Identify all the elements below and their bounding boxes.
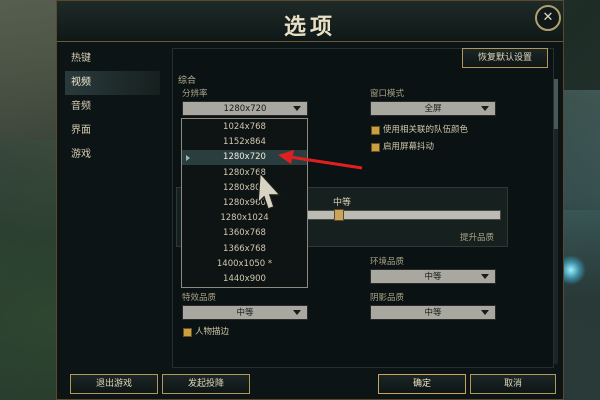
surrender-button[interactable]: 发起投降	[162, 374, 250, 394]
resolution-option[interactable]: 1280x800	[182, 181, 307, 196]
chevron-down-icon	[481, 274, 489, 279]
restore-defaults-button[interactable]: 恢复默认设置	[462, 48, 548, 68]
resolution-option[interactable]: 1280x960	[182, 196, 307, 211]
sidebar-item-video[interactable]: 视频	[65, 71, 160, 95]
resolution-option[interactable]: 1280x1024	[182, 211, 307, 226]
chevron-down-icon	[481, 310, 489, 315]
resolution-select[interactable]: 1280x720	[182, 101, 308, 116]
effects-quality-select[interactable]: 中等	[182, 305, 308, 320]
shadow-quality-select[interactable]: 中等	[370, 305, 496, 320]
resolution-dropdown-list: 1024x768 1152x864 1280x720 1280x768 1280x800…	[181, 118, 308, 288]
shadow-quality-label: 阴影品质	[370, 293, 405, 303]
mouse-cursor-icon	[257, 171, 282, 210]
chevron-down-icon	[293, 106, 301, 111]
cancel-button[interactable]: 取消	[470, 374, 556, 394]
environment-quality-label: 环境品质	[370, 257, 405, 267]
sidebar: 热键 视频 音频 界面 游戏	[65, 47, 160, 347]
scrollbar-thumb[interactable]	[554, 79, 558, 129]
ok-button[interactable]: 确定	[378, 374, 466, 394]
chevron-down-icon	[481, 106, 489, 111]
sidebar-item-hotkeys[interactable]: 热键	[65, 47, 160, 71]
effects-quality-value: 中等	[236, 308, 254, 318]
window-title: 选项	[283, 15, 336, 40]
general-section-title: 综合	[178, 76, 197, 86]
resolution-option[interactable]: 1400x1050 *	[182, 257, 307, 272]
exit-game-button[interactable]: 退出游戏	[70, 374, 158, 394]
sidebar-item-audio[interactable]: 音频	[65, 95, 160, 119]
selected-marker-icon	[186, 155, 190, 162]
annotation-arrow-icon	[278, 150, 363, 170]
sidebar-item-game[interactable]: 游戏	[65, 143, 160, 167]
screen-shake-checkbox[interactable]	[371, 143, 380, 152]
close-icon[interactable]: ✕	[535, 5, 561, 31]
resolution-value: 1280x720	[223, 104, 267, 114]
team-colors-label: 使用相关联的队伍颜色	[383, 125, 469, 135]
window-mode-select[interactable]: 全屏	[370, 101, 496, 116]
resolution-option[interactable]: 1366x768	[182, 242, 307, 257]
chevron-down-icon	[293, 310, 301, 315]
screen-shake-label: 启用屏幕抖动	[383, 142, 435, 152]
environment-quality-value: 中等	[424, 272, 442, 282]
outline-checkbox[interactable]	[183, 328, 192, 337]
quality-slider-handle[interactable]	[333, 209, 344, 221]
sidebar-item-interface[interactable]: 界面	[65, 119, 160, 143]
effects-quality-label: 特效品质	[182, 293, 217, 303]
outline-label: 人物描边	[195, 327, 230, 337]
resolution-option[interactable]: 1440x900	[182, 272, 307, 287]
resolution-label: 分辨率	[182, 89, 208, 99]
quality-slider-track[interactable]	[296, 210, 501, 220]
resolution-option[interactable]: 1360x768	[182, 226, 307, 241]
title-bar: 选项	[57, 1, 563, 42]
quality-slider-value: 中等	[333, 198, 352, 208]
panel-scrollbar[interactable]	[554, 79, 558, 364]
shadow-quality-value: 中等	[424, 308, 442, 318]
quality-hint: 提升品质	[460, 233, 495, 243]
resolution-option[interactable]: 1024x768	[182, 120, 307, 135]
window-mode-label: 窗口模式	[370, 89, 405, 99]
window-mode-value: 全屏	[424, 104, 442, 114]
team-colors-checkbox[interactable]	[371, 126, 380, 135]
environment-quality-select[interactable]: 中等	[370, 269, 496, 284]
